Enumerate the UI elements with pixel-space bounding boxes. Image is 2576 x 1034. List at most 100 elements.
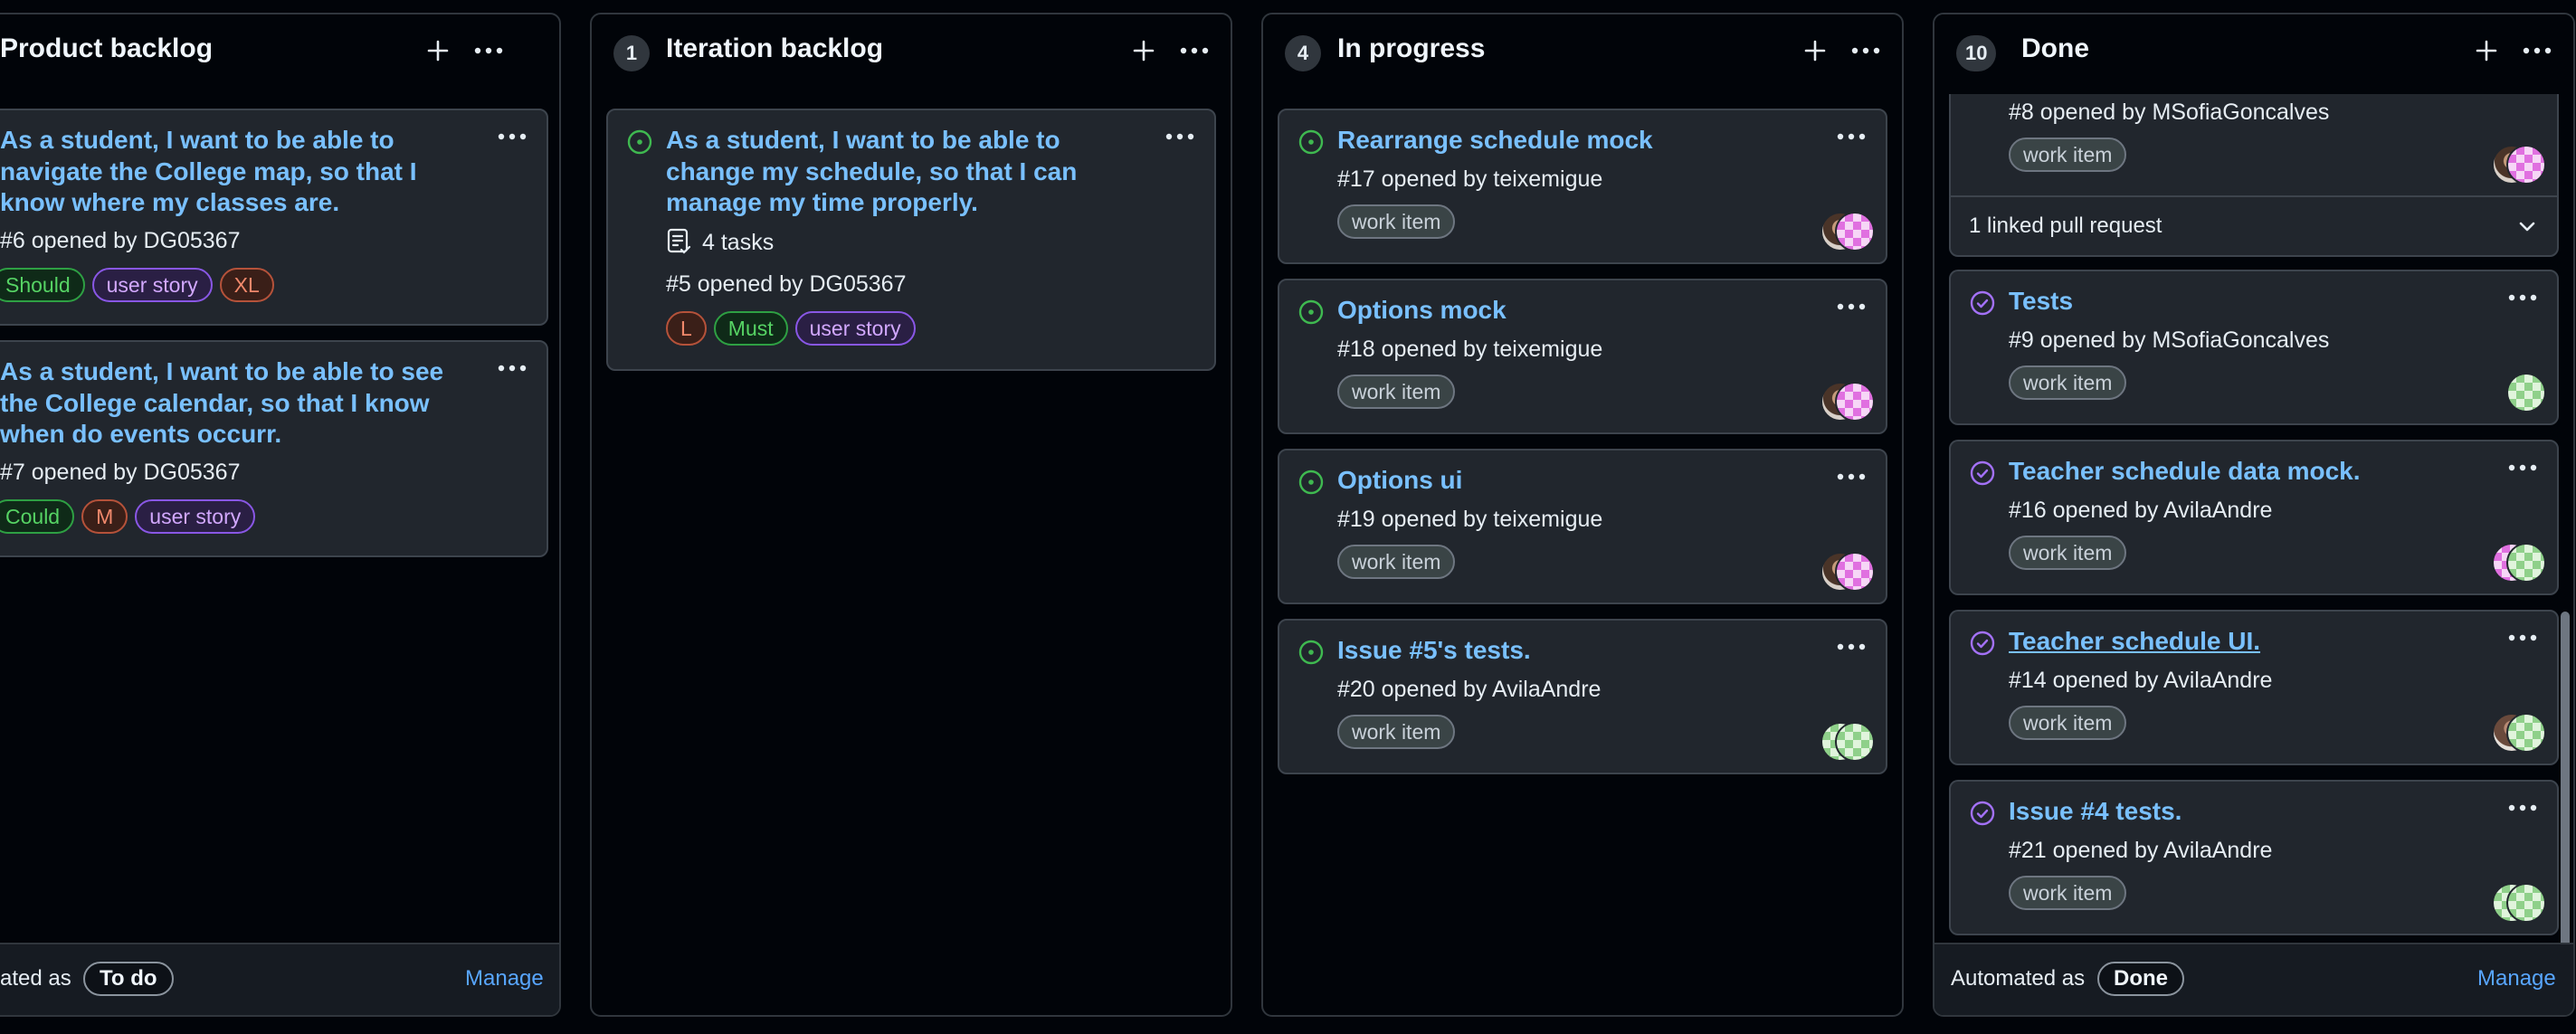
issue-card[interactable]: As a student, I want to be able to chang…	[606, 109, 1216, 371]
label-work-item[interactable]: work item	[1337, 204, 1456, 239]
label-work-item[interactable]: work item	[1337, 715, 1456, 749]
plus-icon[interactable]	[1797, 31, 1833, 71]
label-work-item[interactable]: work item	[2009, 365, 2127, 400]
card-menu-icon[interactable]	[2505, 454, 2541, 481]
column-header: 4 In progress	[1263, 14, 1902, 94]
assignee-avatars[interactable]	[1820, 552, 1875, 592]
label-work-item[interactable]: work item	[1337, 375, 1456, 409]
card-meta: #14 opened by AvilaAndre	[2009, 668, 2273, 693]
issue-card[interactable]: Rearrange schedule mock #17 opened by te…	[1278, 109, 1887, 264]
issue-card[interactable]: Teacher schedule data mock. #16 opened b…	[1949, 440, 2559, 595]
assignee-avatars[interactable]	[2492, 373, 2546, 413]
card-menu-icon[interactable]	[494, 355, 530, 382]
label-list: work item	[2009, 706, 2127, 740]
issue-card[interactable]: Tests #9 opened by MSofiaGoncalves work …	[1949, 270, 2559, 425]
tasks-count: 4 tasks	[702, 229, 775, 255]
issue-card[interactable]: Issue #5's tests. #20 opened by AvilaAnd…	[1278, 619, 1887, 774]
avatar	[1835, 552, 1875, 592]
kebab-horizontal-icon[interactable]	[1176, 31, 1212, 71]
issue-card[interactable]: As a student, I want to be able to see t…	[0, 340, 548, 557]
kebab-horizontal-icon[interactable]	[2519, 31, 2555, 71]
card-title-link[interactable]: Teacher schedule data mock.	[2009, 456, 2361, 488]
card-title-link[interactable]: Teacher schedule UI.	[2009, 626, 2260, 658]
assignee-avatars[interactable]	[2492, 883, 2546, 923]
label-l[interactable]: L	[666, 311, 707, 346]
plus-icon[interactable]	[1126, 31, 1162, 71]
label-m[interactable]: M	[81, 499, 128, 534]
column-card-list[interactable]: #8 opened by MSofiaGoncalves work item 1…	[1934, 94, 2573, 943]
label-user-story[interactable]: user story	[135, 499, 256, 534]
card-title-link[interactable]: Options ui	[1337, 465, 1462, 497]
label-could[interactable]: Could	[0, 499, 75, 534]
label-work-item[interactable]: work item	[2009, 138, 2127, 172]
assignee-avatars[interactable]	[2492, 713, 2546, 753]
plus-icon[interactable]	[420, 31, 456, 71]
card-menu-icon[interactable]	[1833, 123, 1869, 150]
linked-pull-request-row[interactable]: 1 linked pull request	[1951, 195, 2557, 257]
manage-link[interactable]: Manage	[2477, 966, 2556, 991]
plus-icon[interactable]	[2468, 31, 2505, 71]
tasks-progress[interactable]: 4 tasks	[666, 228, 774, 257]
assignee-avatars[interactable]	[1820, 212, 1875, 251]
label-must[interactable]: Must	[713, 311, 788, 346]
column-product-backlog: Product backlog As a student, I want to …	[0, 13, 561, 1017]
card-title-link[interactable]: Rearrange schedule mock	[1337, 125, 1653, 157]
kebab-horizontal-icon[interactable]	[471, 31, 507, 71]
card-title-link[interactable]: Tests	[2009, 286, 2073, 318]
automation-state-badge: Done	[2097, 962, 2184, 996]
issue-opened-icon	[1298, 129, 1324, 155]
assignee-avatars[interactable]	[2492, 145, 2546, 185]
avatar	[2506, 883, 2546, 923]
card-meta: #8 opened by MSofiaGoncalves	[2009, 100, 2330, 125]
card-menu-icon[interactable]	[1162, 123, 1198, 150]
issue-card[interactable]: As a student, I want to be able to navig…	[0, 109, 548, 326]
issue-opened-icon	[1298, 640, 1324, 665]
card-title-link[interactable]: As a student, I want to be able to navig…	[0, 125, 452, 219]
column-footer: ated as To do Manage	[0, 943, 559, 1015]
column-title: Done	[2021, 33, 2089, 63]
card-title-link[interactable]: Options mock	[1337, 295, 1507, 327]
label-work-item[interactable]: work item	[2009, 876, 2127, 910]
label-list: work item	[2009, 138, 2127, 172]
card-menu-icon[interactable]	[2505, 284, 2541, 311]
label-xl[interactable]: XL	[219, 268, 274, 302]
card-menu-icon[interactable]	[2505, 624, 2541, 651]
avatar	[2506, 543, 2546, 583]
card-menu-icon[interactable]	[2505, 794, 2541, 821]
kebab-horizontal-icon[interactable]	[1848, 31, 1884, 71]
column-done: 10 Done #8 opened by MSofiaGoncalves wor…	[1933, 13, 2575, 1017]
card-menu-icon[interactable]	[1833, 633, 1869, 660]
avatar	[2506, 713, 2546, 753]
card-menu-icon[interactable]	[1833, 293, 1869, 320]
label-should[interactable]: Should	[0, 268, 85, 302]
issue-opened-icon	[1298, 299, 1324, 325]
card-menu-icon[interactable]	[494, 123, 530, 150]
card-title-link[interactable]: Issue #4 tests.	[2009, 796, 2182, 828]
card-title-link[interactable]: As a student, I want to be able to see t…	[0, 356, 475, 451]
column-header: 10 Done	[1934, 14, 2573, 94]
column-footer: Automated as Done Manage	[1934, 943, 2573, 1015]
assignee-avatars[interactable]	[2492, 543, 2546, 583]
issue-card[interactable]: #8 opened by MSofiaGoncalves work item 1…	[1949, 94, 2559, 257]
label-work-item[interactable]: work item	[2009, 706, 2127, 740]
issue-closed-icon	[1970, 460, 1995, 486]
label-user-story[interactable]: user story	[794, 311, 916, 346]
issue-card[interactable]: Issue #4 tests. #21 opened by AvilaAndre…	[1949, 780, 2559, 935]
scrollbar-thumb[interactable]	[2561, 612, 2570, 955]
label-work-item[interactable]: work item	[1337, 545, 1456, 579]
automation-text: Automated as	[1951, 966, 2086, 991]
card-menu-icon[interactable]	[1833, 463, 1869, 490]
card-title-link[interactable]: As a student, I want to be able to chang…	[666, 125, 1118, 219]
assignee-avatars[interactable]	[1820, 382, 1875, 422]
issue-card[interactable]: Teacher schedule UI. #14 opened by Avila…	[1949, 610, 2559, 765]
avatar	[2506, 373, 2546, 413]
card-meta: #20 opened by AvilaAndre	[1337, 677, 1602, 702]
issue-card[interactable]: Options ui #19 opened by teixemigue work…	[1278, 449, 1887, 604]
avatar	[2506, 145, 2546, 185]
assignee-avatars[interactable]	[1820, 722, 1875, 762]
label-user-story[interactable]: user story	[91, 268, 213, 302]
issue-card[interactable]: Options mock #18 opened by teixemigue wo…	[1278, 279, 1887, 434]
label-work-item[interactable]: work item	[2009, 536, 2127, 570]
card-title-link[interactable]: Issue #5's tests.	[1337, 635, 1531, 667]
manage-link[interactable]: Manage	[465, 966, 544, 991]
